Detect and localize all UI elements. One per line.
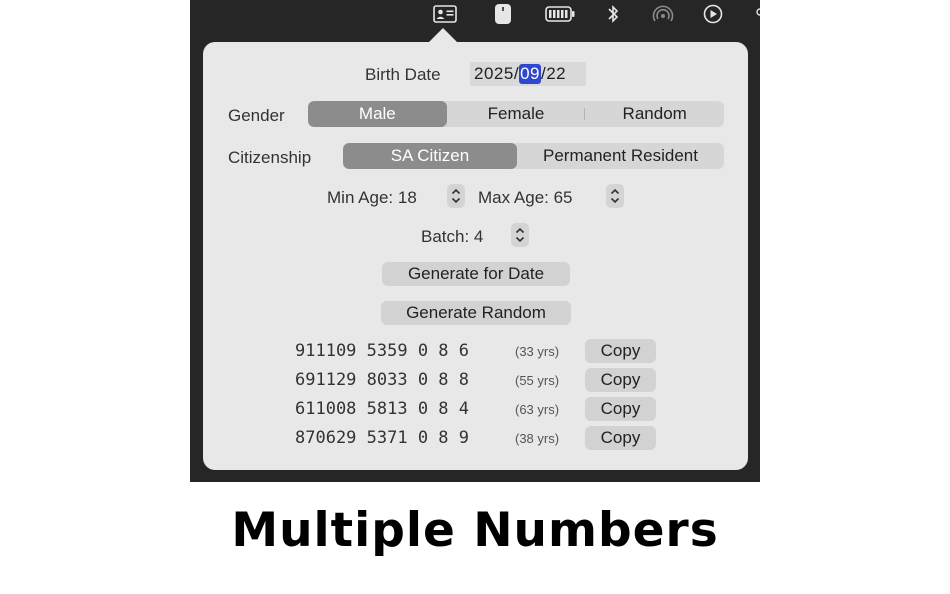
citizenship-segmented-control: SA Citizen Permanent Resident: [343, 143, 724, 169]
copy-button[interactable]: Copy: [585, 426, 656, 450]
age-label: (33 yrs): [515, 344, 560, 359]
copy-button[interactable]: Copy: [585, 368, 656, 392]
result-row: 870629 5371 0 8 9 (38 yrs) Copy: [295, 426, 660, 450]
gender-option-female[interactable]: Female: [447, 101, 586, 127]
age-label: (63 yrs): [515, 402, 560, 417]
min-age-label: Min Age: 18: [327, 188, 417, 207]
batch-stepper[interactable]: [511, 223, 529, 247]
generator-popover: Birth Date 2025/09/22 Gender Male Female…: [203, 42, 748, 470]
date-day[interactable]: 22: [546, 64, 566, 84]
date-month[interactable]: 09: [519, 64, 541, 84]
citizenship-option-permanent-resident[interactable]: Permanent Resident: [517, 143, 724, 169]
min-age-stepper[interactable]: [447, 184, 465, 208]
max-age-stepper[interactable]: [606, 184, 624, 208]
popover-arrow: [428, 28, 458, 43]
copy-button[interactable]: Copy: [585, 397, 656, 421]
play-circle-icon[interactable]: [702, 3, 724, 25]
gender-option-label: Female: [487, 104, 545, 123]
result-row: 911109 5359 0 8 6 (33 yrs) Copy: [295, 339, 660, 363]
stepper-arrows-icon: [610, 188, 620, 204]
gender-segmented-control: Male Female Random: [308, 101, 724, 127]
screen: Birth Date 2025/09/22 Gender Male Female…: [190, 0, 760, 482]
age-label: (38 yrs): [515, 431, 560, 446]
citizenship-option-sa-citizen[interactable]: SA Citizen: [343, 143, 517, 169]
id-number: 870629 5371 0 8 9: [295, 428, 469, 448]
generate-for-date-button[interactable]: Generate for Date: [382, 262, 570, 286]
gender-option-male[interactable]: Male: [308, 101, 447, 127]
date-year[interactable]: 2025: [474, 64, 514, 84]
id-number: 911109 5359 0 8 6: [295, 341, 469, 361]
battery-icon[interactable]: [545, 3, 575, 25]
generate-random-button[interactable]: Generate Random: [381, 301, 571, 325]
overflow-icon[interactable]: [755, 3, 760, 25]
stepper-arrows-icon: [451, 188, 461, 204]
birth-date-field[interactable]: 2025/09/22: [470, 62, 586, 86]
batch-label: Batch: 4: [421, 227, 484, 246]
mouse-icon[interactable]: [493, 3, 513, 25]
airdrop-icon[interactable]: [650, 3, 676, 25]
stepper-arrows-icon: [515, 227, 525, 243]
id-number: 611008 5813 0 8 4: [295, 399, 469, 419]
age-label: (55 yrs): [515, 373, 560, 388]
result-row: 691129 8033 0 8 8 (55 yrs) Copy: [295, 368, 660, 392]
menu-bar: [190, 0, 760, 28]
max-age-label: Max Age: 65: [478, 188, 573, 207]
citizenship-label: Citizenship: [228, 148, 312, 167]
birth-date-label: Birth Date: [365, 65, 441, 84]
contact-card-icon[interactable]: [432, 3, 458, 25]
copy-button[interactable]: Copy: [585, 339, 656, 363]
result-row: 611008 5813 0 8 4 (63 yrs) Copy: [295, 397, 660, 421]
caption-title: Multiple Numbers: [231, 503, 719, 558]
id-number: 691129 8033 0 8 8: [295, 370, 469, 390]
bluetooth-icon[interactable]: [604, 3, 622, 25]
gender-option-random[interactable]: Random: [585, 101, 724, 127]
gender-label: Gender: [228, 106, 285, 125]
